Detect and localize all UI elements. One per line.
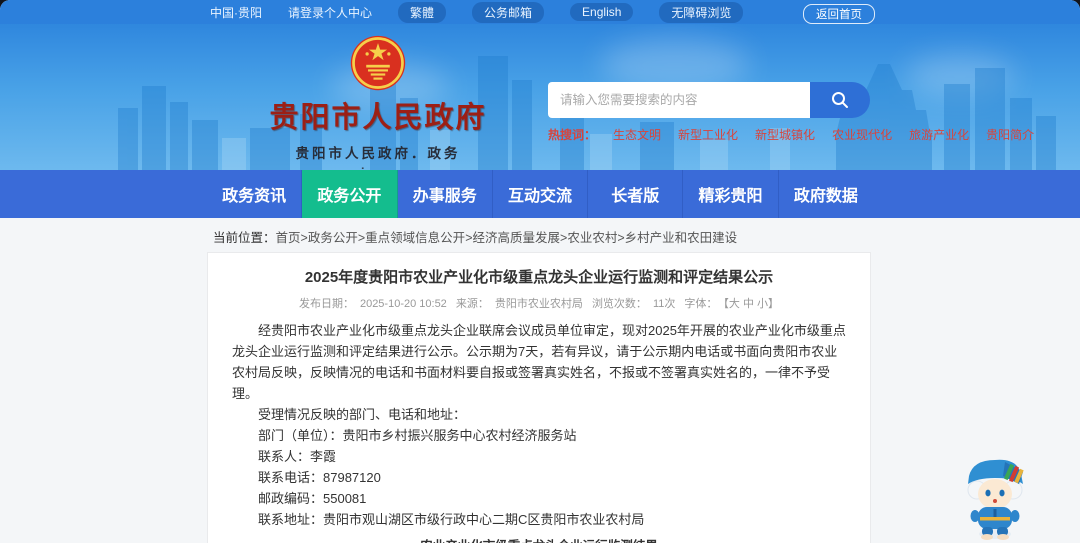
nav-item-2[interactable]: 办事服务 — [398, 170, 493, 218]
site-title: 贵阳市人民政府 — [269, 102, 487, 134]
search-button[interactable] — [810, 82, 870, 118]
hot-search-row: 热搜词： 生态文明 新型工业化 新型城镇化 农业现代化 旅游产业化 贵阳简介 — [548, 126, 1034, 143]
hot-search-word-5[interactable]: 贵阳简介 — [986, 126, 1034, 143]
breadcrumb-item-1[interactable]: 政务公开 — [308, 231, 358, 245]
national-emblem-icon — [350, 35, 406, 91]
breadcrumb-item-3[interactable]: 经济高质量发展 — [473, 231, 561, 245]
views: 11次 — [652, 298, 676, 310]
topbar-link-5[interactable]: 无障碍浏览 — [659, 1, 744, 23]
search-icon — [832, 92, 848, 108]
views-label: 浏览次数： — [591, 298, 647, 310]
main-nav: 政务资讯 政务公开 办事服务 互动交流 长者版 精彩贵阳 政府数据 — [0, 170, 1080, 218]
font-size-control[interactable]: 【大 中 小】 — [723, 298, 779, 310]
nav-item-5[interactable]: 精彩贵阳 — [683, 170, 779, 218]
result-table-caption: 农业产业化市级重点龙头企业运行监测结果 — [232, 535, 846, 543]
topbar-link-3[interactable]: 公务邮箱 — [472, 1, 545, 23]
site-logo[interactable]: 贵阳市人民政府 贵阳市人民政府．政务 www.guiyang.gov.cn — [228, 34, 528, 170]
topbar-links: 中国·贵阳 请登录个人中心 繁體 公务邮箱 English 无障碍浏览 — [210, 0, 744, 24]
source-label: 来源： — [455, 298, 489, 310]
site-subtitle: 贵阳市人民政府．政务 — [295, 146, 461, 161]
return-home-button[interactable]: 返回首页 — [803, 4, 875, 24]
nav-item-6[interactable]: 政府数据 — [779, 170, 873, 218]
hot-search-word-0[interactable]: 生态文明 — [613, 126, 661, 143]
source: 贵阳市农业农村局 — [494, 298, 583, 310]
article-paragraph-3: 联系人：李霞 — [258, 449, 337, 464]
breadcrumb-item-4[interactable]: 农业农村 — [567, 231, 617, 245]
breadcrumb-item-0[interactable]: 首页 — [276, 231, 301, 245]
breadcrumb: 当前位置：首页>政务公开>重点领域信息公开>经济高质量发展>农业农村>乡村产业和… — [213, 227, 737, 246]
topbar: 中国·贵阳 请登录个人中心 繁體 公务邮箱 English 无障碍浏览 返回首页 — [0, 0, 1080, 24]
hot-search-word-3[interactable]: 农业现代化 — [832, 126, 892, 143]
page: 中国·贵阳 请登录个人中心 繁體 公务邮箱 English 无障碍浏览 返回首页 — [0, 0, 1080, 543]
hot-search-words: 生态文明 新型工业化 新型城镇化 农业现代化 旅游产业化 贵阳简介 — [613, 126, 1034, 143]
hot-search-word-1[interactable]: 新型工业化 — [678, 126, 738, 143]
breadcrumb-item-2[interactable]: 重点领域信息公开 — [365, 231, 465, 245]
breadcrumb-path: 首页>政务公开>重点领域信息公开>经济高质量发展>农业农村>乡村产业和农田建设 — [275, 231, 738, 245]
hot-search-label: 热搜词： — [548, 128, 597, 142]
search-box — [548, 82, 870, 118]
article-paragraph-5: 邮政编码：550081 — [258, 491, 367, 506]
breadcrumb-item-5[interactable]: 乡村产业和农田建设 — [625, 231, 738, 245]
article-paragraph-2: 部门（单位）：贵阳市乡村振兴服务中心农村经济服务站 — [258, 428, 577, 443]
search-input[interactable] — [548, 82, 810, 118]
breadcrumb-label: 当前位置： — [213, 231, 276, 245]
article-card: 2025年度贵阳市农业产业化市级重点龙头企业运行监测和评定结果公示 发布日期： 2… — [207, 252, 871, 543]
font-size-label: 字体： — [684, 298, 718, 310]
article-paragraph-4: 联系电话：87987120 — [258, 470, 381, 485]
nav-item-1[interactable]: 政务公开 — [302, 170, 398, 218]
publish-date: 2025-10-20 10:52 — [359, 298, 447, 310]
topbar-link-4[interactable]: English — [570, 3, 634, 21]
hot-search-word-2[interactable]: 新型城镇化 — [755, 126, 815, 143]
publish-date-label: 发布日期： — [298, 298, 354, 310]
topbar-link-1[interactable]: 请登录个人中心 — [288, 4, 372, 21]
nav-item-3[interactable]: 互动交流 — [493, 170, 589, 218]
nav-item-0[interactable]: 政务资讯 — [207, 170, 303, 218]
banner: 贵阳市人民政府 贵阳市人民政府．政务 www.guiyang.gov.cn 热搜… — [0, 24, 1080, 170]
article-paragraph-6: 联系地址：贵阳市观山湖区市级行政中心二期C区贵阳市农业农村局 — [258, 512, 645, 527]
article-paragraph-1: 受理情况反映的部门、电话和地址： — [258, 407, 467, 422]
article-paragraph-0: 经贵阳市农业产业化市级重点龙头企业联席会议成员单位审定，现对2025年开展的农业… — [232, 323, 846, 401]
main-nav-row: 政务资讯 政务公开 办事服务 互动交流 长者版 精彩贵阳 政府数据 — [207, 170, 873, 218]
article-meta: 发布日期： 2025-10-20 10:52 来源： 贵阳市农业农村局 浏览次数： 1… — [232, 295, 846, 311]
nav-item-4[interactable]: 长者版 — [588, 170, 684, 218]
hot-search-word-4[interactable]: 旅游产业化 — [909, 126, 969, 143]
topbar-link-2[interactable]: 繁體 — [398, 1, 447, 23]
city-skyline — [118, 56, 1056, 170]
mascot-character[interactable] — [955, 450, 1035, 542]
article-body: 经贵阳市农业产业化市级重点龙头企业联席会议成员单位审定，现对2025年开展的农业… — [232, 320, 846, 530]
article-title: 2025年度贵阳市农业产业化市级重点龙头企业运行监测和评定结果公示 — [304, 269, 774, 286]
topbar-link-0[interactable]: 中国·贵阳 — [210, 4, 262, 21]
